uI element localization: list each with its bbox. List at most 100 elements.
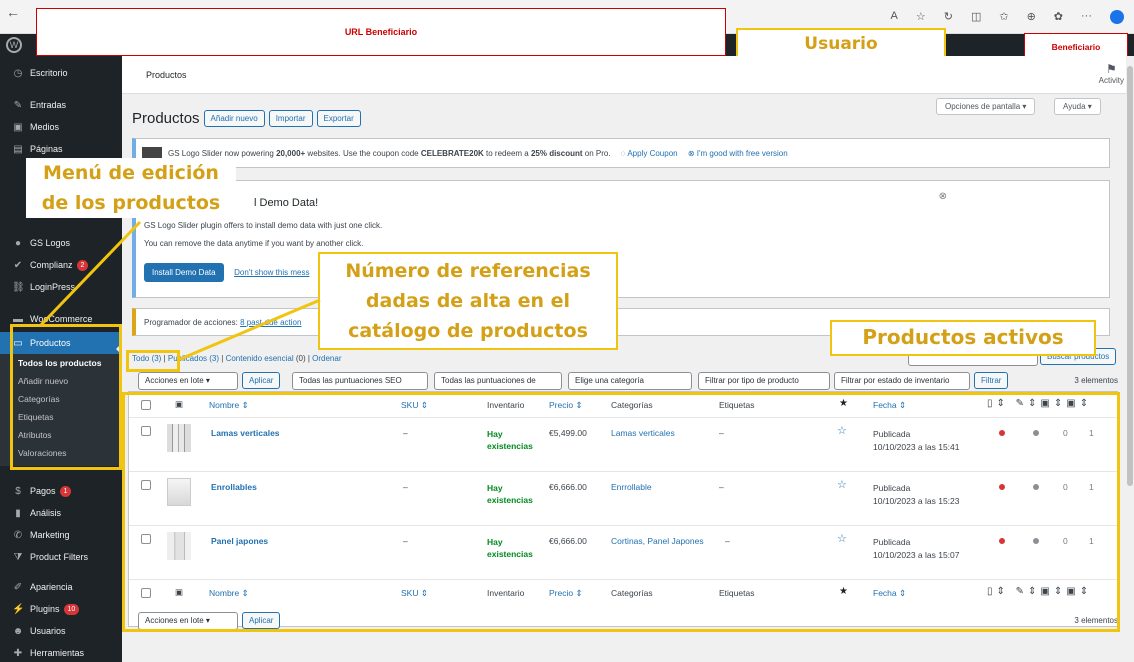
tools-icon: ✚ [13, 647, 23, 659]
flag-icon: ⚑ [1105, 62, 1117, 76]
url-beneficiario-annotation: URL Beneficiario [36, 8, 726, 56]
loginpress-icon: ⛓ [12, 281, 25, 293]
sidebar-item-marketing[interactable]: ✆ Marketing [0, 524, 122, 546]
numero-referencias-annotation: Número de referencias dadas de alta en e… [318, 252, 618, 350]
seo-score-filter[interactable]: Todas las puntuaciones SEO [292, 372, 428, 390]
sidebar-item-pagos[interactable]: $ Pagos 1 [0, 480, 122, 502]
sidebar-item-label: Escritorio [30, 68, 68, 78]
view-contenido-esencial[interactable]: Contenido esencial [226, 354, 294, 363]
productos-activos-highlight [122, 392, 1120, 632]
sidebar-item-label: Entradas [30, 100, 67, 110]
back-arrow-icon[interactable]: ← [6, 4, 20, 20]
stock-status-value: Filtrar por estado de inventario [841, 376, 950, 385]
past-due-link[interactable]: 8 past-due action [240, 318, 301, 327]
help-button[interactable]: Ayuda ▾ [1054, 98, 1101, 115]
export-button[interactable]: Exportar [316, 110, 361, 127]
coupon-discount: 25% discount [530, 149, 583, 158]
split-screen-icon[interactable]: ◫ [971, 10, 981, 24]
stock-status-filter[interactable]: Filtrar por estado de inventario [834, 372, 970, 390]
sidebar-item-usuarios[interactable]: ☻ Usuarios [0, 620, 122, 642]
filter-button[interactable]: Filtrar [974, 372, 1009, 389]
browser-extension-icons: A ☆ ↻ ◫ ✩ ⊕ ✿ ··· [891, 10, 1124, 24]
woocommerce-icon: ▬ [13, 313, 23, 325]
filters-bar: Acciones en lote ▾ Aplicar Todas las pun… [138, 372, 1118, 392]
activity-button[interactable]: ⚑ Activity [1099, 62, 1124, 85]
dashboard-icon: ◷ [13, 67, 23, 79]
views-count: (0) | [293, 354, 313, 363]
plugins-icon: ⚡ [12, 603, 25, 615]
sidebar-item-label: Análisis [30, 508, 62, 518]
sidebar-item-plugins[interactable]: ⚡ Plugins 10 [0, 598, 122, 620]
sidebar-item-entradas[interactable]: ✎ Entradas [0, 94, 122, 116]
usuario-label: Usuario [804, 34, 878, 54]
copilot-icon[interactable] [1110, 10, 1124, 24]
dismiss-icon[interactable]: ⊗ [939, 191, 947, 202]
dont-show-link[interactable]: Don't show this mess [234, 268, 309, 277]
coupon-text-bold: 20,000+ [276, 149, 306, 158]
sidebar-item-label: Product Filters [30, 552, 89, 562]
wordpress-logo-icon[interactable]: W [6, 37, 22, 53]
apply-bulk-button[interactable]: Aplicar [242, 372, 281, 389]
category-filter[interactable]: Elige una categoría [568, 372, 692, 390]
sidebar-item-escritorio[interactable]: ◷ Escritorio [0, 62, 122, 84]
import-button[interactable]: Importar [268, 110, 313, 127]
notification-badge: 1 [59, 485, 72, 497]
appearance-icon: ✐ [13, 581, 23, 593]
apply-coupon-label: Apply Coupon [627, 149, 678, 158]
extensions-icon[interactable]: ✿ [1054, 10, 1063, 24]
sidebar-item-product-filters[interactable]: ⧩ Product Filters [0, 546, 122, 568]
items-count: 3 elementos [1074, 376, 1118, 385]
product-type-filter[interactable]: Filtrar por tipo de producto [698, 372, 830, 390]
coupon-text-part: on Pro. [582, 149, 611, 158]
favorite-star-icon[interactable]: ☆ [916, 10, 926, 24]
activity-label: Activity [1098, 76, 1124, 85]
url-label: URL Beneficiario [344, 27, 418, 37]
readability-filter[interactable]: Todas las puntuaciones de [434, 372, 562, 390]
view-ordenar[interactable]: Ordenar [312, 354, 341, 363]
more-icon[interactable]: ··· [1081, 10, 1092, 24]
notification-badge: 10 [63, 603, 80, 615]
pages-icon: ▤ [13, 143, 23, 155]
programador-text: Programador de acciones: 8 past-due acti… [144, 318, 301, 327]
sidebar-item-label: Medios [30, 122, 60, 132]
refresh-icon[interactable]: ↻ [944, 10, 953, 24]
sidebar-item-medios[interactable]: ▣ Medios [0, 116, 122, 138]
sidebar-item-label: GS Logos [30, 238, 71, 248]
add-new-button[interactable]: Añadir nuevo [203, 110, 265, 127]
install-demo-button[interactable]: Install Demo Data [144, 263, 224, 282]
scrollbar-track[interactable] [1126, 56, 1134, 662]
sidebar-item-label: Pagos [30, 486, 56, 496]
sidebar-item-gs-logos[interactable]: ● GS Logos [0, 232, 122, 254]
notification-badge: 2 [76, 259, 89, 271]
sidebar-item-herramientas[interactable]: ✚ Herramientas [0, 642, 122, 662]
sidebar-item-label: Apariencia [30, 582, 73, 592]
menu-edicion-annotation: Menú de edición de los productos [26, 158, 236, 218]
sidebar-item-label: Usuarios [30, 626, 66, 636]
read-aloud-icon[interactable]: A [891, 10, 898, 24]
sidebar-item-complianz[interactable]: ✔ Complianz 2 [0, 254, 122, 276]
apply-coupon-link[interactable]: ◌ Apply Coupon [621, 149, 678, 158]
sidebar-item-label: Herramientas [30, 648, 85, 658]
sidebar-item-label: Complianz [30, 260, 73, 270]
coupon-text-part: GS Logo Slider now powering [168, 149, 277, 158]
numero-ref-line-1: Número de referencias [345, 260, 591, 282]
breadcrumb: Productos [146, 70, 187, 80]
seo-filter-value: Todas las puntuaciones SEO [299, 376, 402, 385]
pin-icon: ✎ [13, 99, 23, 111]
demo-line-1: GS Logo Slider plugin offers to install … [144, 221, 383, 230]
sidebar-item-paginas[interactable]: ▤ Páginas [0, 138, 122, 160]
demo-line-2: You can remove the data anytime if you w… [144, 239, 364, 248]
bulk-actions-value: Acciones en lote [145, 376, 204, 385]
screen-options-button[interactable]: Opciones de pantalla ▾ [936, 98, 1036, 115]
sidebar-item-loginpress[interactable]: ⛓ LoginPress [0, 276, 122, 298]
collections-icon[interactable]: ⊕ [1027, 10, 1036, 24]
productos-activos-label: Productos activos [862, 325, 1064, 349]
sidebar-item-apariencia[interactable]: ✐ Apariencia [0, 576, 122, 598]
sidebar-item-analisis[interactable]: ▮ Análisis [0, 502, 122, 524]
good-free-link[interactable]: ⊗ I'm good with free version [688, 149, 788, 158]
sidebar-item-label: WooCommerce [30, 314, 93, 324]
menu-edicion-line-1: Menú de edición [43, 162, 219, 184]
bulk-actions-select[interactable]: Acciones en lote ▾ [138, 372, 238, 390]
scrollbar-thumb[interactable] [1127, 66, 1133, 486]
favorites-icon[interactable]: ✩ [999, 10, 1008, 24]
